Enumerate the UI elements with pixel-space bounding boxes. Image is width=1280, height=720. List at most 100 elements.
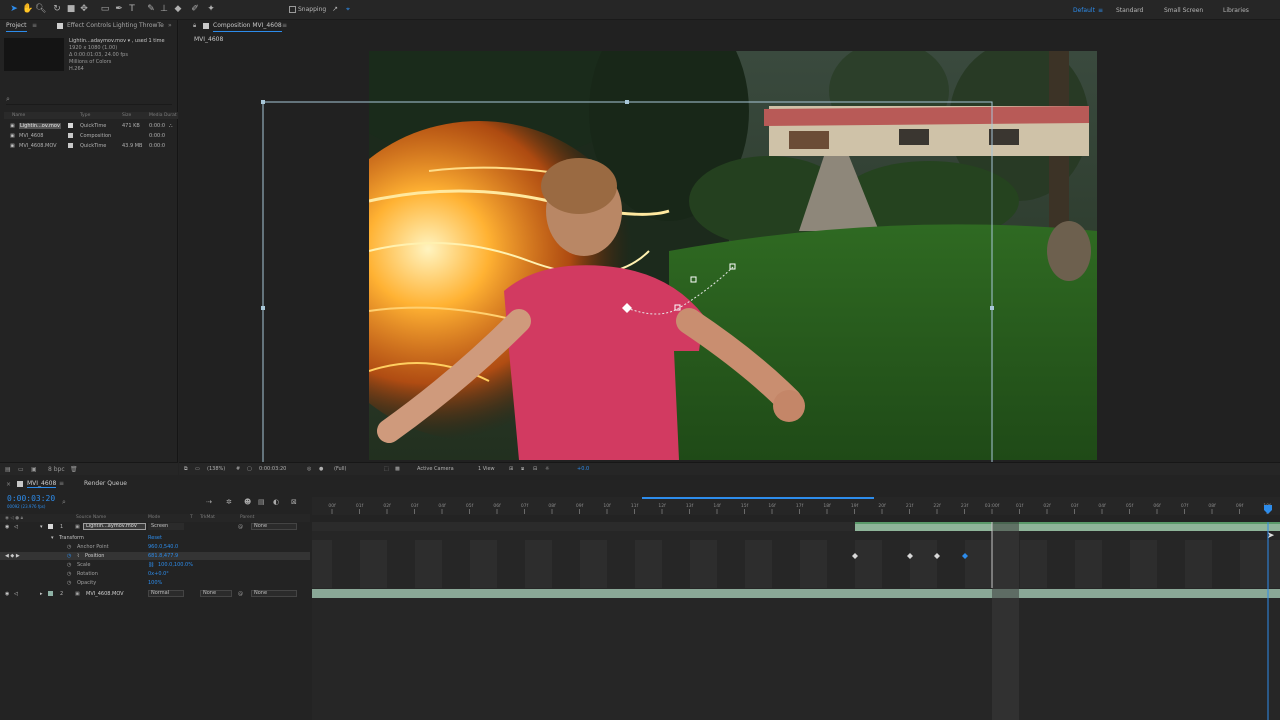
brush-tool-icon[interactable]: ✎ <box>146 4 156 15</box>
fast-previews-icon[interactable]: ⧈ <box>521 466 524 472</box>
timeline-tab-menu-icon[interactable]: ≡ <box>59 480 64 487</box>
layer-label-color[interactable] <box>48 591 53 596</box>
current-time-display[interactable]: 0:00:03:20 <box>7 494 55 503</box>
position-value[interactable]: 681.8,477.9 <box>148 553 178 559</box>
viewer-timecode[interactable]: 0:00:03:20 <box>259 466 286 472</box>
color-channel-icon[interactable]: ● <box>319 466 323 472</box>
type-tool-icon[interactable]: T <box>127 4 137 15</box>
audio-icon[interactable]: ◁ <box>14 524 18 530</box>
transform-reset[interactable]: Reset <box>148 535 162 541</box>
visibility-eye-icon[interactable]: ◉ <box>5 524 9 530</box>
stopwatch-icon[interactable]: ◷ <box>67 571 71 577</box>
col-name[interactable]: Name <box>12 113 25 118</box>
snapping-checkbox[interactable] <box>289 6 296 13</box>
expand-layer-icon[interactable]: ▾ <box>40 524 43 530</box>
visibility-eye-icon[interactable]: ◉ <box>5 591 9 597</box>
rotation-tool-icon[interactable]: ↻ <box>52 4 62 15</box>
always-preview-icon[interactable]: ⧉ <box>184 466 188 472</box>
parent-dropdown[interactable]: None <box>251 523 297 530</box>
scale-value[interactable]: 100.0,100.0% <box>158 562 193 568</box>
layer-mode-dropdown[interactable]: Screen <box>148 523 184 530</box>
trkmat-dropdown[interactable]: None <box>200 590 232 597</box>
project-tab[interactable]: Project <box>6 20 27 32</box>
work-area-bar[interactable] <box>642 497 874 499</box>
col-t[interactable]: T <box>190 515 193 520</box>
monitor-icon[interactable]: ▭ <box>195 466 200 472</box>
project-search-input[interactable]: ⌕ <box>6 95 172 105</box>
project-item[interactable]: ▣ Lightin...ov.mov QuickTime 471 KB 0:00… <box>4 121 178 130</box>
interpret-footage-icon[interactable]: ▤ <box>5 466 11 473</box>
reset-exposure-icon[interactable]: ☼ <box>545 466 549 472</box>
track-area[interactable] <box>312 522 1280 720</box>
pan-behind-tool-icon[interactable]: ✥ <box>79 4 89 15</box>
snap-option-icon[interactable]: ↗ <box>330 4 340 15</box>
keyframe-nav-icon[interactable]: ◀ ◆ ▶ <box>5 553 20 559</box>
expand-layer-icon[interactable]: ▸ <box>40 591 43 597</box>
bbox-handle[interactable] <box>261 100 265 104</box>
grid-icon[interactable]: # <box>236 466 240 472</box>
layer-row[interactable]: ◉ ◁ ▸ 2 ▣ MVI_4608.MOV Normal None @ Non… <box>0 589 310 599</box>
label-color[interactable] <box>68 123 73 128</box>
label-color[interactable] <box>68 143 73 148</box>
effect-controls-tab[interactable]: Effect Controls Lighting ThrowTe <box>67 20 164 32</box>
col-media-duration[interactable]: Media Durat <box>149 113 177 118</box>
rectangle-tool-icon[interactable]: ▭ <box>100 4 110 15</box>
property-opacity[interactable]: Opacity <box>77 580 96 586</box>
mask-visibility-icon[interactable]: ▢ <box>247 466 252 472</box>
zoom-tool-icon[interactable]: 🔍︎ <box>35 4 46 15</box>
anchor-point-value[interactable]: 960.0,540.0 <box>148 544 178 550</box>
clone-stamp-tool-icon[interactable]: ⊥ <box>159 4 169 15</box>
workspace-libraries[interactable]: Libraries <box>1223 7 1249 14</box>
snapshot-icon[interactable]: ◎ <box>307 466 311 472</box>
stopwatch-icon[interactable]: ◷ <box>67 562 71 568</box>
bbox-handle[interactable] <box>261 306 265 310</box>
time-ruler[interactable]: 00f 01f 02f 03f 04f 05f 06f 07f 08f 09f 10f 11f 12f 1… <box>312 497 1280 515</box>
workspace-small-screen[interactable]: Small Screen <box>1164 7 1203 14</box>
draft-3d-icon[interactable]: ✲ <box>226 498 232 506</box>
snap-target-icon[interactable]: ⌖ <box>343 4 353 15</box>
new-composition-icon[interactable]: ▣ <box>31 466 37 473</box>
stopwatch-active-icon[interactable]: ◷ <box>67 553 71 559</box>
property-anchor-point[interactable]: Anchor Point <box>77 544 109 550</box>
playhead-handle[interactable] <box>1264 505 1272 514</box>
selection-tool-icon[interactable]: ➤ <box>9 4 19 15</box>
layer-row[interactable]: ◉ ◁ ▾ 1 ▣ Lightin...aymov.mov Screen @ N… <box>0 522 310 532</box>
motion-path-keyframe[interactable] <box>690 276 697 283</box>
frame-blending-icon[interactable]: ▤ <box>258 498 265 506</box>
region-of-interest-icon[interactable]: ⬚ <box>384 466 389 472</box>
shy-layers-icon[interactable]: ☻ <box>244 498 251 506</box>
flowchart-icon[interactable]: ⊟ <box>533 466 537 472</box>
col-mode[interactable]: Mode <box>148 515 160 520</box>
puppet-pin-tool-icon[interactable]: ✦ <box>206 4 216 15</box>
anchor-point-icon[interactable] <box>622 303 632 313</box>
pen-tool-icon[interactable]: ✒ <box>114 4 124 15</box>
label-color[interactable] <box>68 133 73 138</box>
roto-brush-tool-icon[interactable]: ✐ <box>190 4 200 15</box>
timeline-search-icon[interactable]: ⌕ <box>62 498 66 507</box>
opacity-value[interactable]: 100% <box>148 580 162 586</box>
workspace-default[interactable]: Default <box>1073 7 1095 14</box>
layer-mode-dropdown[interactable]: Normal <box>148 590 184 597</box>
close-tab-icon[interactable]: × <box>6 481 11 488</box>
render-queue-tab[interactable]: Render Queue <box>84 480 127 487</box>
comp-mini-flowchart-icon[interactable]: ⇢ <box>206 498 212 506</box>
project-tab-menu-icon[interactable]: ≡ <box>32 20 37 32</box>
property-rotation[interactable]: Rotation <box>77 571 98 577</box>
toggle-pixel-aspect-icon[interactable]: ⊞ <box>509 466 513 472</box>
layer-handles-overlay[interactable] <box>179 20 1280 462</box>
motion-blur-icon[interactable]: ◐ <box>273 498 279 506</box>
exposure-value[interactable]: +0.0 <box>577 466 589 472</box>
project-item[interactable]: ▣ MVI_4608.MOV QuickTime 43.9 MB 0:00:0 <box>4 141 178 150</box>
bbox-handle[interactable] <box>625 100 629 104</box>
bpc-button[interactable]: 8 bpc <box>48 466 65 473</box>
transparency-grid-icon[interactable]: ▩ <box>395 466 400 472</box>
col-trkmat[interactable]: TrkMat <box>200 515 215 520</box>
workspace-menu-icon[interactable]: ≡ <box>1098 7 1103 14</box>
motion-path-keyframe[interactable] <box>729 263 736 270</box>
col-type[interactable]: Type <box>80 113 90 118</box>
pick-whip-icon[interactable]: @ <box>238 591 243 597</box>
property-position[interactable]: Position <box>85 553 104 559</box>
audio-icon[interactable]: ◁ <box>14 591 18 597</box>
resolution-dropdown[interactable]: (Full) <box>334 466 346 472</box>
transform-expand-icon[interactable]: ▾ <box>51 535 54 541</box>
